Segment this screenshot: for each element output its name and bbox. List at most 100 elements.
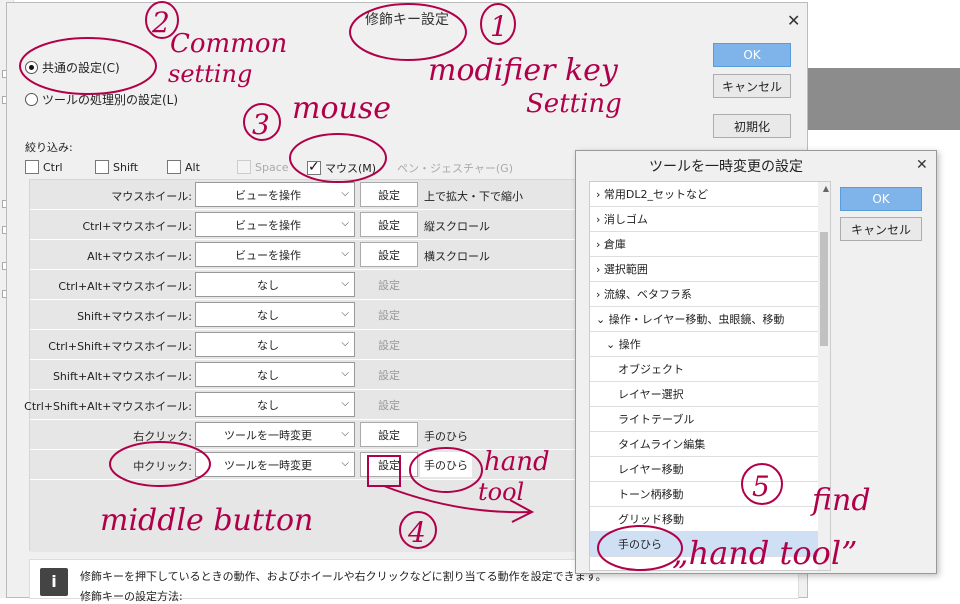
cancel-button[interactable]: キャンセル <box>840 217 922 241</box>
filter-alt[interactable]: Alt <box>167 160 200 174</box>
select-value: なし <box>257 278 279 292</box>
background-panel <box>808 68 960 130</box>
checkbox-checked[interactable] <box>307 159 321 175</box>
action-select[interactable]: ツールを一時変更 ⌵ <box>195 452 355 477</box>
filter-pen-label: ペン・ジェスチャー(G) <box>397 162 513 175</box>
filter-space-label: Space <box>255 160 289 174</box>
chevron-down-icon: ⌵ <box>341 248 349 259</box>
select-value: なし <box>257 398 279 412</box>
radio-selected-icon[interactable] <box>25 61 38 74</box>
row-label: 右クリック: <box>133 430 192 443</box>
row-label: マウスホイール: <box>111 190 192 203</box>
tree-item[interactable]: › 倉庫 <box>590 232 818 257</box>
action-select[interactable]: なし ⌵ <box>195 392 355 417</box>
scrollbar[interactable]: ▲ <box>818 182 830 570</box>
set-button[interactable]: 設定 <box>360 242 418 267</box>
filter-label: 絞り込み: <box>25 141 73 154</box>
ok-button[interactable]: OK <box>713 43 791 67</box>
row-value: 縦スクロール <box>424 220 490 233</box>
select-value: なし <box>257 338 279 352</box>
action-select[interactable]: ビューを操作 ⌵ <box>195 182 355 207</box>
set-button[interactable]: 設定 <box>360 182 418 207</box>
action-select[interactable]: なし ⌵ <box>195 332 355 357</box>
tool-change-dialog: ツールを一時変更の設定 ✕ OK キャンセル › 常用DL2_セットなど › 消… <box>575 150 937 574</box>
tree-item[interactable]: › 選択範囲 <box>590 257 818 282</box>
row-value: 上で拡大・下で縮小 <box>424 190 523 203</box>
tree-item[interactable]: オブジェクト <box>590 357 818 382</box>
close-icon[interactable]: ✕ <box>916 157 928 173</box>
action-select[interactable]: ビューを操作 ⌵ <box>195 212 355 237</box>
checkbox[interactable] <box>167 160 181 174</box>
select-value: ビューを操作 <box>235 188 301 202</box>
filter-mouse[interactable]: マウス(M) <box>307 159 377 176</box>
filter-shift-label: Shift <box>113 160 139 174</box>
row-label: Ctrl+Alt+マウスホイール: <box>58 280 192 293</box>
filter-ctrl[interactable]: Ctrl <box>25 160 63 174</box>
set-button: 設定 <box>360 302 418 327</box>
select-value: ビューを操作 <box>235 248 301 262</box>
action-select[interactable]: なし ⌵ <box>195 362 355 387</box>
row-label: Ctrl+Shift+Alt+マウスホイール: <box>24 400 192 413</box>
tree-item[interactable]: › 消しゴム <box>590 207 818 232</box>
filter-ctrl-label: Ctrl <box>43 160 63 174</box>
select-value: ツールを一時変更 <box>224 458 312 472</box>
close-icon[interactable]: ✕ <box>787 13 800 29</box>
chevron-down-icon: ⌵ <box>341 278 349 289</box>
chevron-down-icon: ⌵ <box>341 398 349 409</box>
radio-common-label: 共通の設定(C) <box>42 61 120 75</box>
set-button[interactable]: 設定 <box>360 212 418 237</box>
scrollbar-thumb[interactable] <box>820 232 828 346</box>
reset-button[interactable]: 初期化 <box>713 114 791 138</box>
tree-item[interactable]: トーン柄移動 <box>590 482 818 507</box>
cancel-button[interactable]: キャンセル <box>713 74 791 98</box>
row-label: Ctrl+Shift+マウスホイール: <box>48 340 192 353</box>
tree-item[interactable]: ⌄ 操作・レイヤー移動、虫眼鏡、移動 <box>590 307 818 332</box>
tree-item[interactable]: › 常用DL2_セットなど <box>590 182 818 207</box>
tree-item-selected[interactable]: 手のひら <box>590 532 818 557</box>
tree-item[interactable]: ⌄ 操作 <box>590 332 818 357</box>
chevron-down-icon: ⌵ <box>341 428 349 439</box>
checkbox[interactable] <box>25 160 39 174</box>
action-select[interactable]: ツールを一時変更 ⌵ <box>195 422 355 447</box>
tree-item[interactable]: ライトテーブル <box>590 407 818 432</box>
action-select[interactable]: なし ⌵ <box>195 302 355 327</box>
row-label: Shift+マウスホイール: <box>77 310 192 323</box>
tool-tree: › 常用DL2_セットなど › 消しゴム › 倉庫 › 選択範囲 › 流線、ベタ… <box>589 181 831 571</box>
row-label: 中クリック: <box>133 460 192 473</box>
row-label: Ctrl+マウスホイール: <box>82 220 193 233</box>
filter-shift[interactable]: Shift <box>95 160 138 174</box>
select-value: なし <box>257 368 279 382</box>
set-button: 設定 <box>360 362 418 387</box>
radio-unselected-icon[interactable] <box>25 93 38 106</box>
row-value: 横スクロール <box>424 250 490 263</box>
set-button[interactable]: 設定 <box>360 452 418 477</box>
filter-alt-label: Alt <box>185 160 200 174</box>
select-value: ビューを操作 <box>235 218 301 232</box>
row-label: Shift+Alt+マウスホイール: <box>52 370 192 383</box>
radio-per-tool-setting[interactable]: ツールの処理別の設定(L) <box>25 91 178 108</box>
checkbox <box>237 160 251 174</box>
tree-item[interactable]: タイムライン編集 <box>590 432 818 457</box>
row-value: 手のひら <box>420 452 472 477</box>
radio-common-setting[interactable]: 共通の設定(C) <box>25 59 120 76</box>
row-value: 手のひら <box>424 430 468 443</box>
dialog-title: ツールを一時変更の設定 <box>649 159 803 175</box>
checkbox[interactable] <box>95 160 109 174</box>
info-text: 修飾キーを押下しているときの動作、およびホイールや右クリックなどに割り当てる動作… <box>80 570 607 583</box>
ok-button[interactable]: OK <box>840 187 922 211</box>
tree-item[interactable]: レイヤー選択 <box>590 382 818 407</box>
info-icon: i <box>40 568 68 596</box>
action-select[interactable]: なし ⌵ <box>195 272 355 297</box>
chevron-down-icon: ⌵ <box>341 368 349 379</box>
chevron-down-icon: ⌵ <box>341 218 349 229</box>
scroll-up-icon[interactable]: ▲ <box>823 184 829 193</box>
tree-item[interactable]: グリッド移動 <box>590 507 818 532</box>
set-button[interactable]: 設定 <box>360 422 418 447</box>
radio-per-tool-label: ツールの処理別の設定(L) <box>42 93 179 107</box>
tree-item[interactable]: › 流線、ベタフラ系 <box>590 282 818 307</box>
chevron-down-icon: ⌵ <box>341 458 349 469</box>
action-select[interactable]: ビューを操作 ⌵ <box>195 242 355 267</box>
filter-mouse-label: マウス(M) <box>325 162 377 175</box>
dialog-title: 修飾キー設定 <box>365 12 449 28</box>
tree-item[interactable]: レイヤー移動 <box>590 457 818 482</box>
